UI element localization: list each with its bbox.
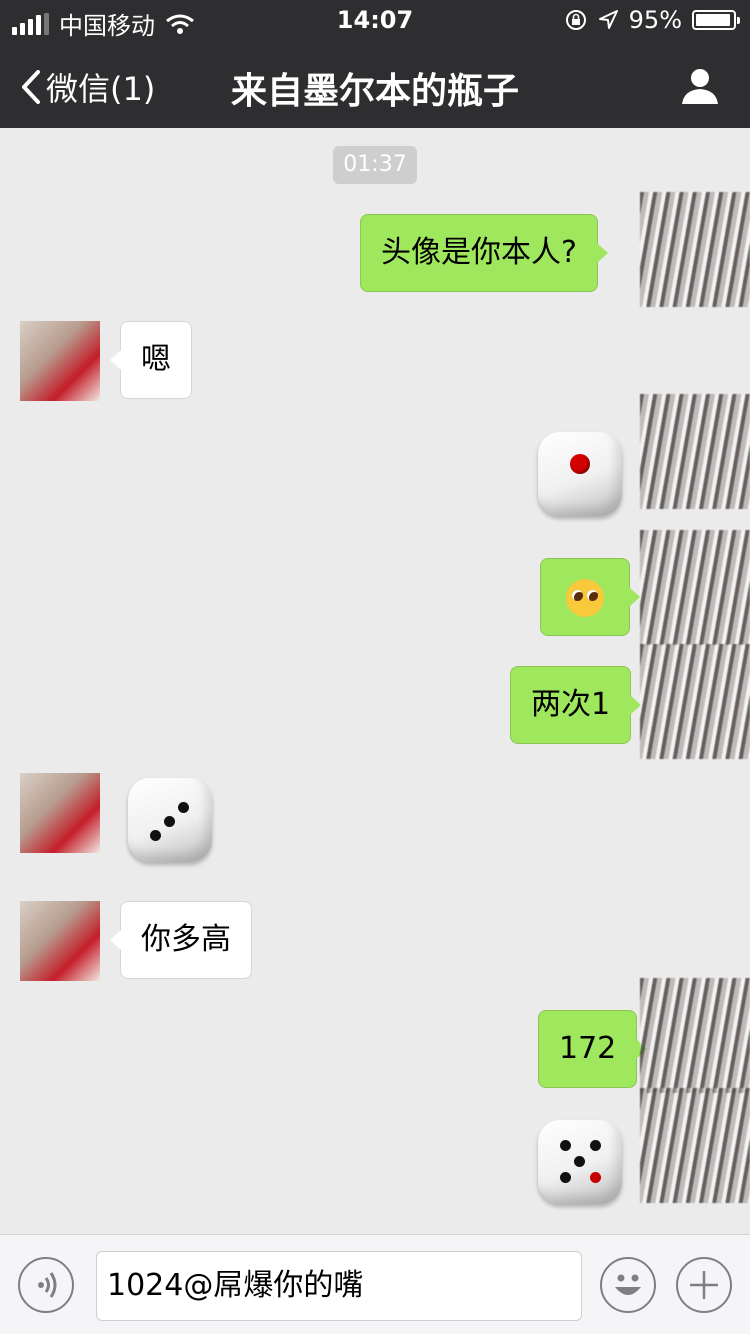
voice-button[interactable] [18, 1257, 74, 1313]
dice-pip [560, 1140, 571, 1151]
rotation-lock-icon [565, 10, 586, 30]
battery-fill [696, 14, 730, 26]
dice-message[interactable] [538, 1120, 622, 1204]
emoji-button[interactable] [600, 1257, 656, 1313]
avatar-contact[interactable] [20, 901, 100, 981]
dice-pip [178, 802, 189, 813]
message-bubble-received[interactable]: 你多高 [110, 901, 252, 979]
avatar-self[interactable] [640, 530, 750, 645]
plus-icon [690, 1271, 718, 1299]
dice-pip [164, 816, 175, 827]
dice-pip [590, 1172, 601, 1183]
pleading-face-icon [566, 578, 604, 617]
input-bar: 1024@屌爆你的嘴 [0, 1234, 750, 1334]
status-bar: 中国移动 14:07 95% [0, 0, 750, 40]
person-icon[interactable] [680, 66, 720, 106]
dice-pip [590, 1140, 601, 1151]
nav-bar: 微信(1) 来自墨尔本的瓶子 [0, 40, 750, 128]
dice-pip [574, 1156, 585, 1167]
avatar-self[interactable] [640, 978, 750, 1093]
message-bubble-sent[interactable]: 172 [538, 1010, 648, 1088]
avatar-self[interactable] [640, 644, 750, 759]
voice-icon [38, 1272, 57, 1298]
battery-icon [692, 10, 740, 30]
message-bubble-sent[interactable] [540, 558, 640, 636]
message-bubble-sent[interactable]: 两次1 [510, 666, 642, 744]
plus-button[interactable] [676, 1257, 732, 1313]
smiley-icon [615, 1274, 641, 1295]
location-arrow-icon [598, 10, 618, 29]
timestamp-pill: 01:37 [333, 146, 417, 184]
dice-pip [150, 830, 161, 841]
dice-message[interactable] [538, 432, 622, 516]
dice-pip [560, 1172, 571, 1183]
avatar-contact[interactable] [20, 321, 100, 401]
message-bubble-sent[interactable]: 头像是你本人? [360, 214, 608, 292]
avatar-self[interactable] [640, 394, 750, 509]
message-bubble-received[interactable]: 嗯 [110, 321, 192, 399]
dice-message[interactable] [128, 778, 212, 862]
chat-area[interactable]: 01:37 头像是你本人? 嗯 两次1 你多高 172 [0, 128, 750, 1234]
avatar-self[interactable] [640, 1088, 750, 1203]
page-title: 来自墨尔本的瓶子 [230, 71, 519, 112]
battery-percent: 95% [628, 6, 682, 34]
avatar-contact[interactable] [20, 773, 100, 853]
top-bar: 中国移动 14:07 95% 微信(1) 来自墨尔本的瓶子 [0, 0, 750, 128]
message-input[interactable]: 1024@屌爆你的嘴 [96, 1251, 582, 1321]
dice-pip [570, 454, 590, 474]
avatar-self[interactable] [640, 192, 750, 307]
status-right: 95% [565, 6, 740, 34]
